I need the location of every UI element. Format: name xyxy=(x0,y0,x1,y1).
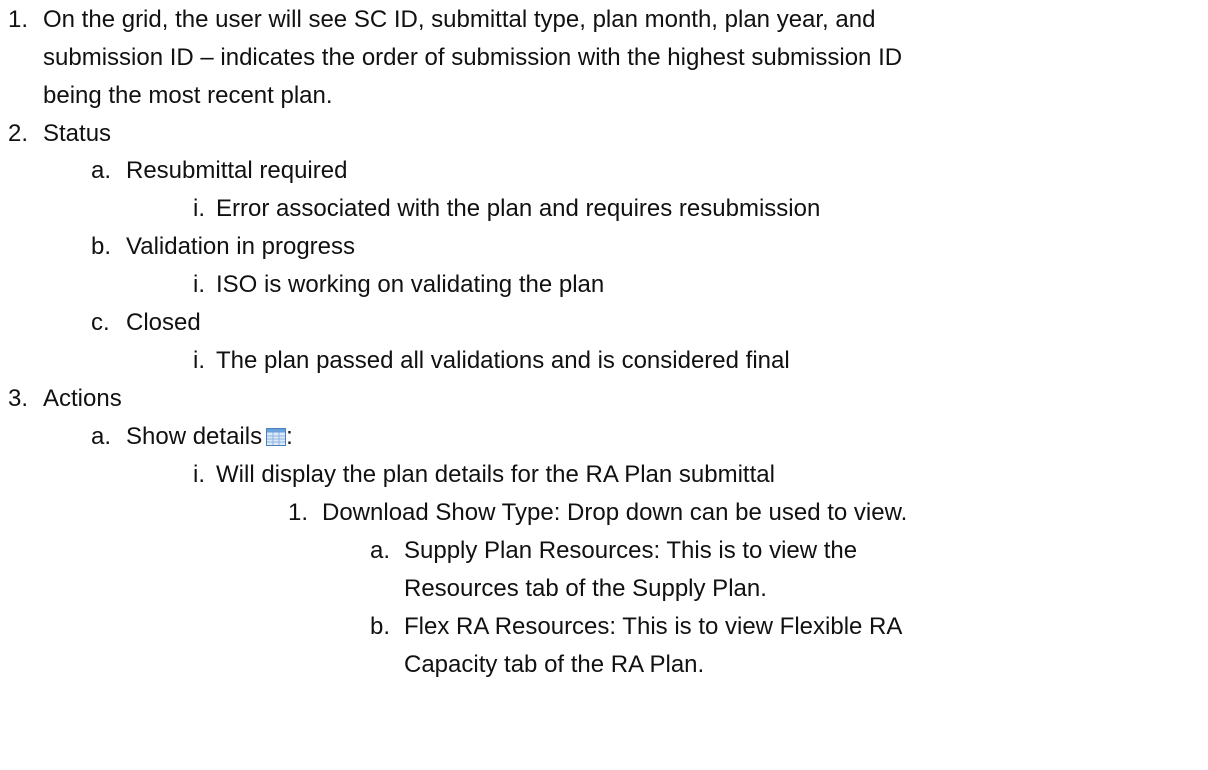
list-item-text: On the grid, the user will see SC ID, su… xyxy=(43,6,876,33)
list-number: 1. xyxy=(288,499,309,526)
list-item-text: The plan passed all validations and is c… xyxy=(216,347,790,374)
list-letter: b. xyxy=(91,233,112,260)
list-item-text: Flex RA Resources: This is to view Flexi… xyxy=(404,613,903,640)
list-item-text: Capacity tab of the RA Plan. xyxy=(404,651,705,678)
list-item-text-show-details: Show details : xyxy=(126,421,293,453)
list-item-text: Will display the plan details for the RA… xyxy=(216,461,775,488)
list-item-text: submission ID – indicates the order of s… xyxy=(43,44,903,71)
list-item-text: Resources tab of the Supply Plan. xyxy=(404,575,767,602)
list-number: 3. xyxy=(8,385,29,412)
list-roman: i. xyxy=(193,271,205,298)
list-item-text: Validation in progress xyxy=(126,233,356,260)
show-details-colon: : xyxy=(286,423,293,450)
list-letter: c. xyxy=(91,309,110,336)
list-item-text: Actions xyxy=(43,385,122,412)
list-number: 1. xyxy=(8,6,29,33)
list-roman: i. xyxy=(193,461,205,488)
list-roman: i. xyxy=(193,195,205,222)
list-letter: a. xyxy=(370,537,391,564)
list-letter: b. xyxy=(370,613,391,640)
list-item-text: Supply Plan Resources: This is to view t… xyxy=(404,537,858,564)
list-item-text: ISO is working on validating the plan xyxy=(216,271,605,298)
list-item-text: Resubmittal required xyxy=(126,157,348,184)
list-roman: i. xyxy=(193,347,205,374)
list-item-text: Download Show Type: Drop down can be use… xyxy=(322,499,908,526)
list-letter: a. xyxy=(91,423,112,450)
list-item-text: Status xyxy=(43,120,112,147)
list-item-text: being the most recent plan. xyxy=(43,82,333,109)
list-number: 2. xyxy=(8,120,29,147)
list-item-text: Error associated with the plan and requi… xyxy=(216,195,821,222)
grid-details-icon xyxy=(266,423,287,446)
list-item-text: Closed xyxy=(126,309,201,336)
show-details-label: Show details xyxy=(126,423,263,450)
list-letter: a. xyxy=(91,157,112,184)
